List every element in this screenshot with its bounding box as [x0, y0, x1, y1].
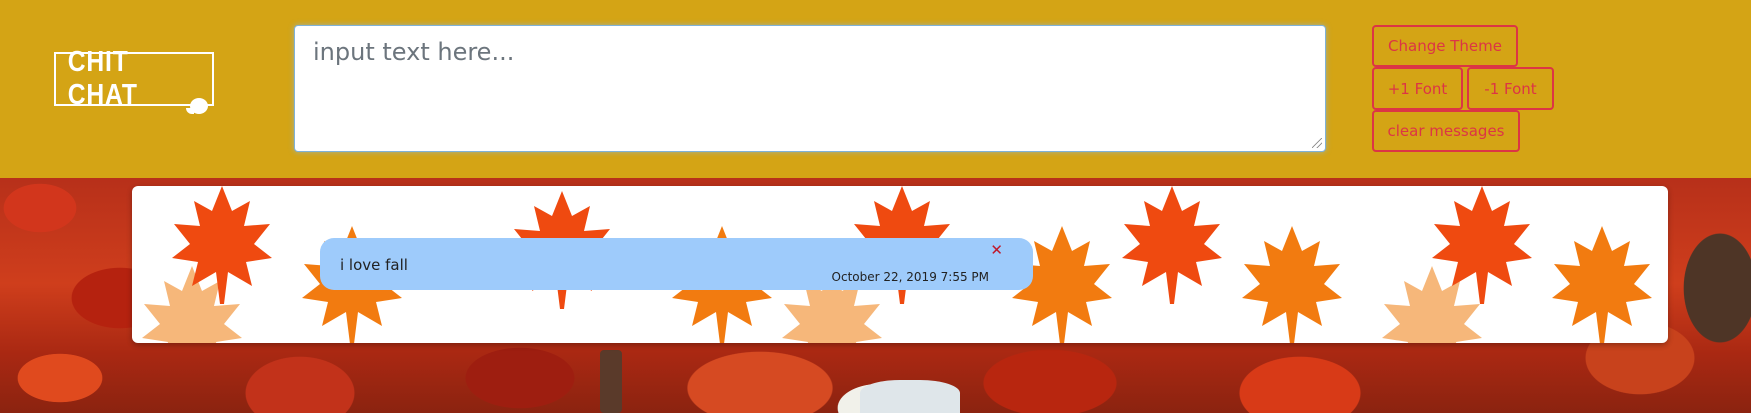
chit-chat-logo: CHIT CHAT — [54, 46, 214, 114]
message-timestamp: October 22, 2019 7:55 PM — [831, 270, 989, 284]
message-text: i love fall — [340, 256, 408, 274]
resize-grip-icon[interactable] — [1312, 138, 1322, 148]
logo-text: CHIT CHAT — [67, 46, 138, 111]
background-sky-gap — [860, 380, 960, 413]
font-decrease-button[interactable]: -1 Font — [1467, 67, 1554, 110]
close-icon[interactable]: ✕ — [990, 241, 1003, 259]
app-header: CHIT CHAT Change Theme +1 Font -1 Font c… — [0, 0, 1751, 178]
chat-message: i love fall October 22, 2019 7:55 PM ✕ — [320, 238, 1033, 290]
background-tree-trunk — [600, 350, 622, 413]
speech-bubble-icon — [186, 98, 208, 114]
font-increase-button[interactable]: +1 Font — [1372, 67, 1463, 110]
message-input[interactable] — [294, 25, 1326, 152]
clear-messages-button[interactable]: clear messages — [1372, 110, 1520, 152]
change-theme-button[interactable]: Change Theme — [1372, 25, 1518, 67]
